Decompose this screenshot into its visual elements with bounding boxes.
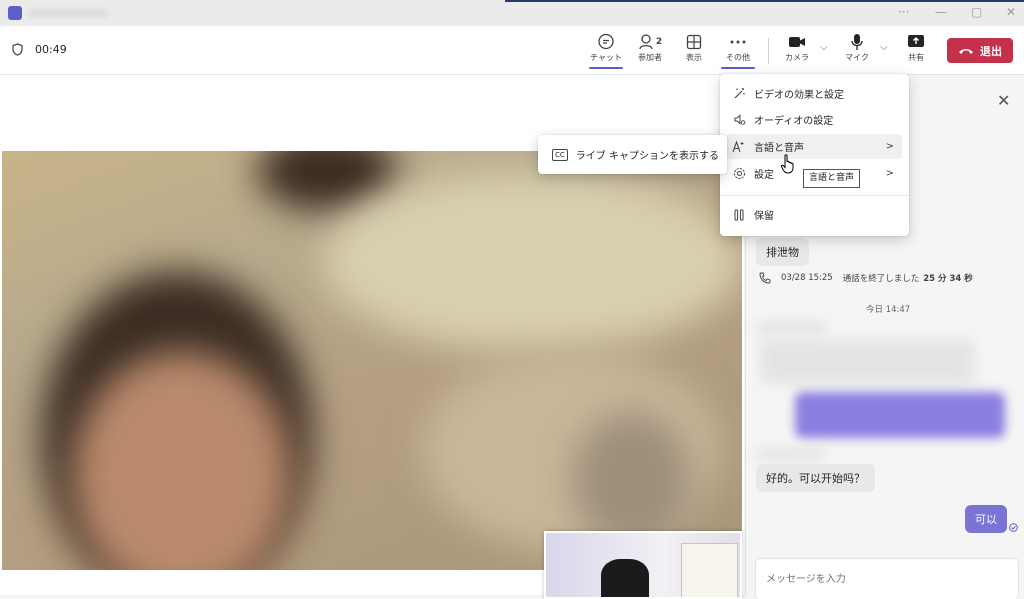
video-blur-blob	[572, 411, 692, 551]
blurred-sender	[756, 449, 826, 459]
shield-icon	[12, 43, 23, 56]
call-ended-text: 通話を終了しました	[842, 274, 920, 284]
share-label: 共有	[908, 53, 924, 62]
chat-message-outgoing: 可以	[965, 505, 1007, 533]
compose-placeholder: メッセージを入力	[766, 574, 846, 585]
leave-button[interactable]: 退出	[947, 38, 1013, 63]
menu-item-audio-settings[interactable]: オーディオの設定	[727, 107, 902, 132]
mic-button[interactable]: マイク	[837, 32, 877, 63]
read-receipt-icon	[1009, 523, 1018, 532]
grid-icon	[674, 32, 714, 52]
closed-captions-icon: CC	[552, 148, 568, 161]
call-duration: 25 分 34 秒	[923, 274, 973, 284]
camera-options-chevron-icon[interactable]: ⌵	[820, 42, 828, 53]
more-dots-icon	[718, 32, 758, 52]
language-icon	[732, 140, 746, 153]
menu-item-hold[interactable]: 保留	[727, 202, 902, 227]
more-menu: ビデオの効果と設定 オーディオの設定 言語と音声 > 設定 > 保留	[720, 74, 909, 236]
language-submenu: CC ライブ キャプションを表示する	[538, 135, 727, 174]
gear-icon	[732, 167, 746, 180]
chevron-right-icon: >	[885, 141, 894, 152]
phone-icon	[759, 272, 771, 284]
tooltip: 言語と音声	[803, 169, 861, 188]
magic-wand-icon	[732, 87, 746, 100]
remote-video	[2, 151, 742, 570]
meeting-toolbar: 00:49 チャット 2 参加者 表示 その他 カメラ ⌵ マイク ⌵ 共有 退…	[0, 26, 1024, 75]
camera-button[interactable]: カメラ	[777, 32, 817, 63]
message-compose-box[interactable]: メッセージを入力	[756, 559, 1018, 599]
menu-divider	[720, 195, 909, 196]
blurred-sender	[756, 322, 826, 334]
menu-item-label: 保留	[754, 211, 774, 222]
close-panel-icon[interactable]: ✕	[997, 91, 1010, 110]
toolbar-separator	[768, 38, 769, 64]
more-label: その他	[726, 53, 750, 62]
maximize-icon[interactable]: ▢	[971, 5, 982, 19]
share-button[interactable]: 共有	[896, 32, 936, 63]
timer-text: 00:49	[35, 43, 67, 56]
chat-message-partial: 排泄物	[756, 238, 809, 266]
title-bar: ··· — ▢ ✕	[0, 0, 1024, 26]
pause-icon	[732, 209, 746, 221]
chevron-right-icon: >	[885, 168, 894, 179]
leave-label: 退出	[980, 44, 1002, 58]
mic-options-chevron-icon[interactable]: ⌵	[880, 42, 888, 53]
submenu-item-label: ライブ キャプションを表示する	[575, 151, 719, 162]
menu-item-label: オーディオの設定	[754, 116, 834, 127]
share-screen-icon	[896, 32, 936, 52]
menu-item-label: ビデオの効果と設定	[754, 90, 844, 101]
self-view-person	[601, 559, 649, 597]
menu-item-label: 言語と音声	[754, 143, 804, 154]
date-divider: 今日 14:47	[866, 305, 911, 315]
call-date: 03/28 15:25	[781, 273, 833, 283]
call-timer: 00:49	[12, 43, 67, 56]
hand-cursor-icon	[780, 154, 794, 174]
blurred-own-message	[795, 392, 1005, 438]
window-title-blurred	[28, 9, 108, 17]
chat-label: チャット	[590, 53, 622, 62]
hang-up-icon	[959, 48, 973, 54]
participants-count: 2	[655, 37, 663, 47]
people-icon: 2	[630, 32, 670, 52]
more-button[interactable]: その他	[718, 32, 758, 69]
self-view-video	[544, 531, 742, 599]
view-button[interactable]: 表示	[674, 32, 714, 63]
microphone-icon	[837, 32, 877, 52]
menu-item-video-effects[interactable]: ビデオの効果と設定	[727, 81, 902, 106]
participants-label: 参加者	[638, 53, 662, 62]
camera-label: カメラ	[785, 53, 809, 62]
mic-label: マイク	[845, 53, 869, 62]
camera-icon	[777, 32, 817, 52]
minimize-icon[interactable]: —	[935, 5, 947, 19]
close-window-icon[interactable]: ✕	[1006, 5, 1016, 19]
chat-icon	[586, 32, 626, 52]
window-more-icon[interactable]: ···	[898, 5, 909, 19]
chat-message-incoming: 好的。可以开始吗？	[756, 464, 875, 492]
submenu-item-live-captions[interactable]: CC ライブ キャプションを表示する	[552, 147, 719, 162]
call-ended-info: 03/28 15:25 通話を終了しました 25 分 34 秒	[759, 272, 973, 284]
view-label: 表示	[686, 53, 702, 62]
participants-button[interactable]: 2 参加者	[630, 32, 670, 63]
more-active-underline	[721, 67, 755, 69]
chat-button[interactable]: チャット	[586, 32, 626, 69]
menu-item-language-speech[interactable]: 言語と音声 >	[727, 134, 902, 159]
blurred-message	[760, 340, 975, 384]
teams-logo-icon	[8, 6, 22, 20]
speaker-gear-icon	[732, 113, 746, 126]
video-blur-blob	[322, 171, 742, 351]
menu-item-label: 設定	[754, 170, 774, 181]
title-accent-line	[505, 0, 1024, 2]
chat-active-underline	[589, 67, 623, 69]
self-view-window	[681, 543, 738, 597]
